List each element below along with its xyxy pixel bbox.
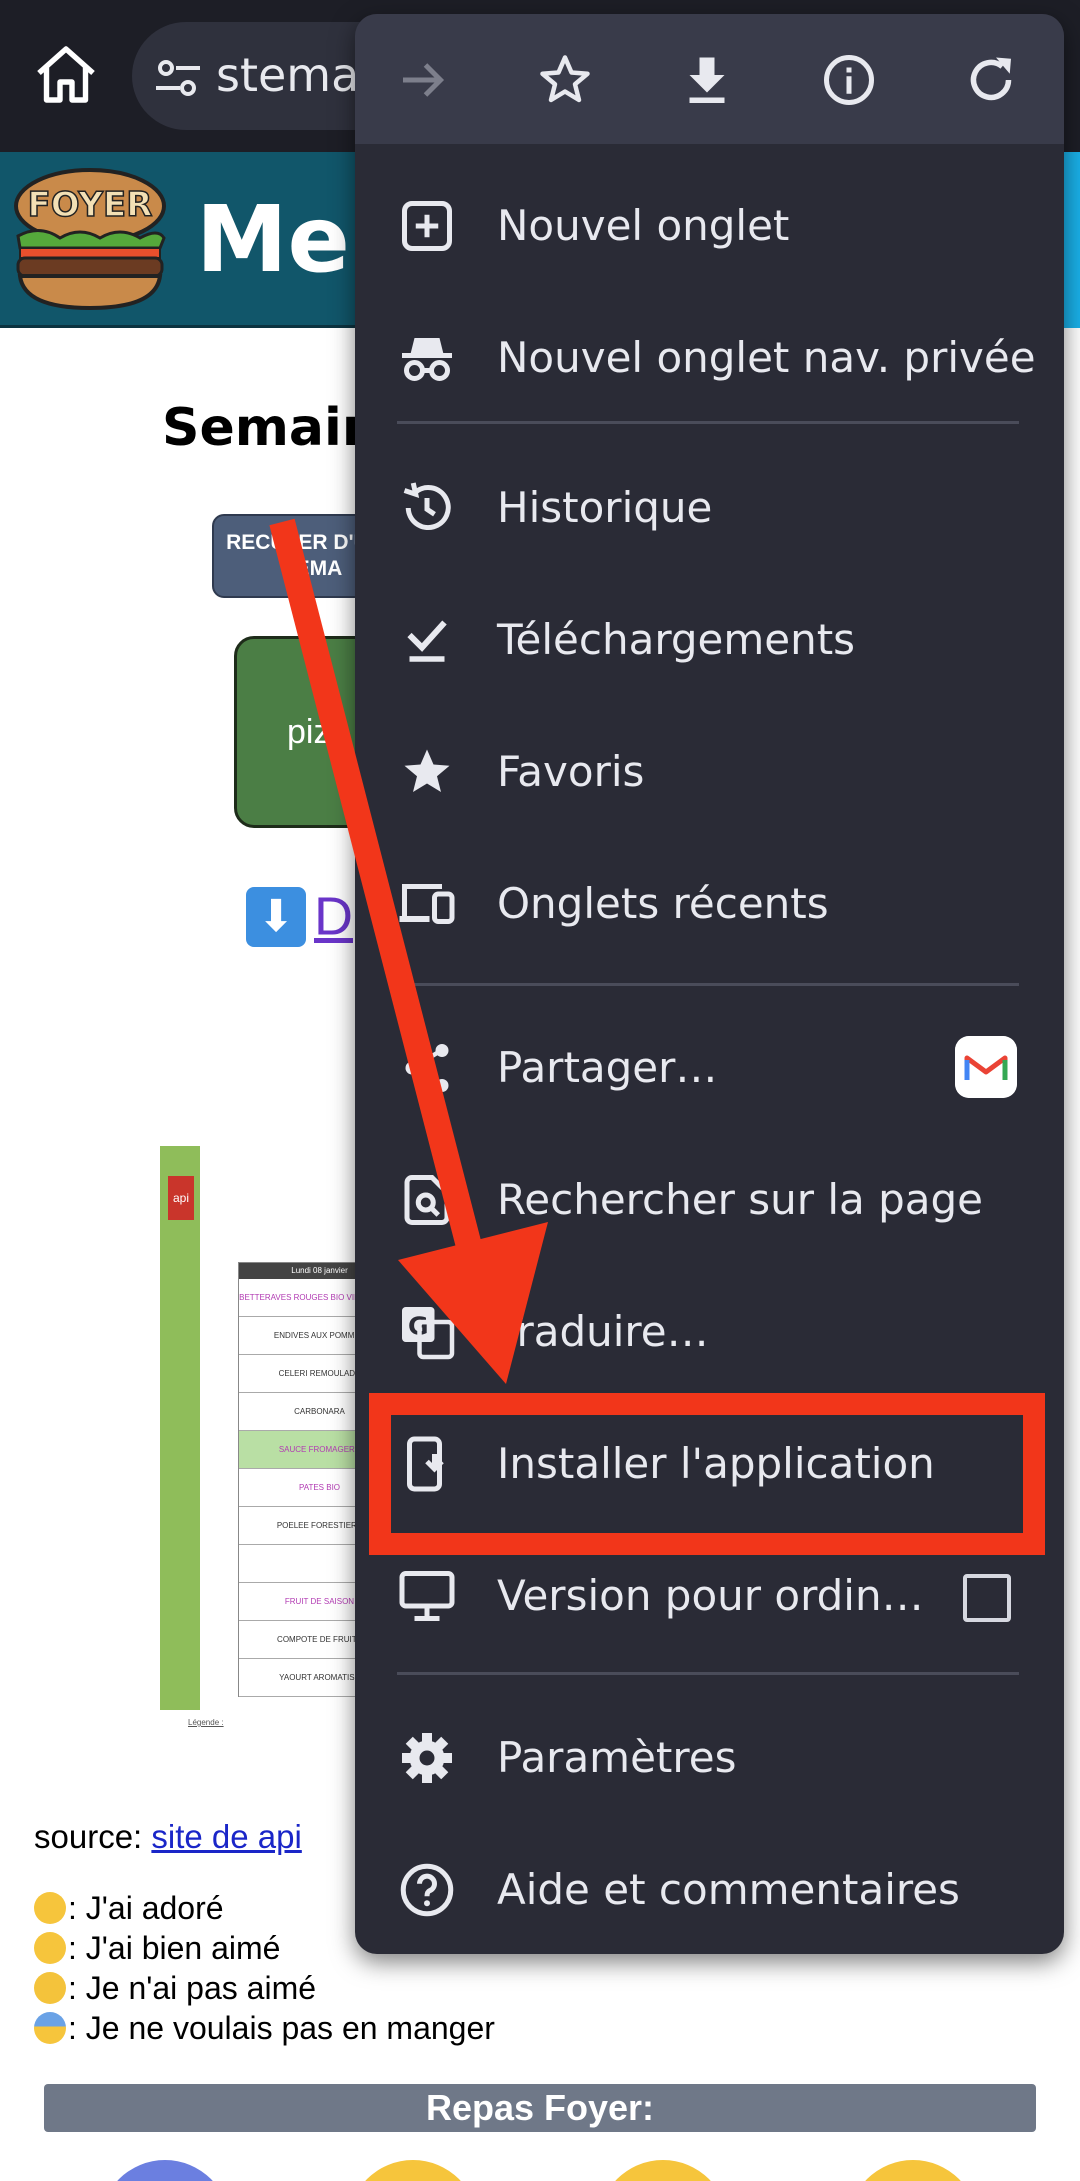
fearful-face-icon — [34, 2011, 66, 2044]
down-arrow-icon: ⬇ — [246, 886, 306, 947]
menu-item-new-tab[interactable]: Nouvel onglet — [355, 160, 1064, 292]
frown-face-icon — [34, 1971, 66, 2004]
menu-item-label: Historique — [497, 483, 713, 532]
menu-item-label: Installer l'application — [497, 1439, 935, 1488]
menu-item-label: Onglets récents — [497, 879, 829, 928]
legend-text: : Je n'ai pas aimé — [68, 1970, 317, 2006]
source-line: source: site de api — [34, 1818, 302, 1856]
translate-icon: G — [402, 1307, 455, 1360]
emoji-button[interactable] — [348, 2160, 478, 2181]
download-link[interactable]: ⬇ D — [246, 882, 353, 948]
download-link-text: D — [314, 886, 353, 947]
desktop-site-checkbox[interactable] — [963, 1574, 1011, 1622]
menu-item-label: Nouvel onglet nav. privée — [497, 333, 1036, 382]
menu-item-label: Nouvel onglet — [497, 201, 790, 250]
download-icon[interactable] — [677, 50, 737, 110]
legend-item: : Je n'ai pas aimé — [34, 1968, 495, 2008]
find-in-page-icon — [404, 1175, 450, 1225]
desktop-monitor-icon — [399, 1571, 455, 1621]
menu-item-translate[interactable]: G Traduire… — [355, 1266, 1064, 1398]
menu-item-settings[interactable]: Paramètres — [355, 1692, 1064, 1824]
legend-text: : J'ai bien aimé — [68, 1930, 281, 1966]
install-app-icon — [407, 1436, 444, 1492]
site-settings-icon[interactable] — [154, 56, 202, 100]
menu-item-history[interactable]: Historique — [355, 442, 1064, 574]
menu-item-desktop-site[interactable]: Version pour ordin… — [355, 1530, 1064, 1662]
legend-item: : Je ne voulais pas en manger — [34, 2008, 495, 2048]
history-icon — [403, 482, 451, 530]
menu-item-label: Favoris — [497, 747, 645, 796]
menu-item-recent-tabs[interactable]: Onglets récents — [355, 838, 1064, 970]
menu-item-install-app[interactable]: Installer l'application — [355, 1398, 1064, 1530]
devices-icon — [399, 884, 455, 924]
emoji-button[interactable] — [598, 2160, 728, 2181]
logo-lettering: FOYER — [28, 185, 153, 225]
menu-divider — [397, 983, 1019, 986]
menu-item-label: Traduire… — [497, 1307, 709, 1356]
menu-item-share[interactable]: Partager… — [355, 1002, 1064, 1134]
menu-item-help[interactable]: Aide et commentaires — [355, 1824, 1064, 1954]
menu-item-label: Version pour ordin… — [497, 1571, 924, 1620]
legend-text: : J'ai adoré — [68, 1890, 224, 1926]
gmail-icon[interactable] — [955, 1036, 1017, 1098]
smile-face-icon — [34, 1931, 66, 1964]
menu-item-find-in-page[interactable]: Rechercher sur la page — [355, 1134, 1064, 1266]
menu-divider — [397, 1672, 1019, 1675]
emoji-button[interactable] — [848, 2160, 978, 2181]
home-icon[interactable] — [30, 40, 102, 112]
menu-item-label: Paramètres — [497, 1733, 737, 1782]
meal-card-text: piz — [287, 713, 331, 751]
page-info-icon[interactable] — [819, 50, 879, 110]
gear-icon — [402, 1733, 452, 1783]
menu-divider — [397, 421, 1019, 424]
menu-item-incognito-tab[interactable]: Nouvel onglet nav. privée — [355, 292, 1064, 424]
menu-item-label: Rechercher sur la page — [497, 1175, 983, 1224]
browser-overflow-menu: Nouvel onglet Nouvel onglet nav. privée … — [355, 14, 1064, 1954]
source-label: source: — [34, 1818, 152, 1855]
menu-item-downloads[interactable]: Téléchargements — [355, 574, 1064, 706]
share-icon — [405, 1044, 449, 1092]
reload-icon[interactable] — [961, 50, 1021, 110]
yum-face-icon — [34, 1891, 66, 1924]
forward-arrow-icon[interactable] — [393, 50, 453, 110]
menu-item-label: Aide et commentaires — [497, 1865, 960, 1914]
api-tag: api — [168, 1176, 194, 1220]
bookmark-star-icon[interactable] — [535, 50, 595, 110]
menu-item-label: Partager… — [497, 1043, 718, 1092]
menu-image-side-strip: api — [160, 1146, 200, 1710]
incognito-icon — [402, 338, 452, 382]
source-link[interactable]: site de api — [151, 1818, 301, 1855]
foyer-burger-logo: FOYER — [14, 168, 166, 311]
repas-foyer-heading: Repas Foyer: — [44, 2084, 1036, 2132]
menu-item-bookmarks[interactable]: Favoris — [355, 706, 1064, 838]
avatar[interactable] — [100, 2160, 230, 2181]
downloads-check-icon — [407, 620, 447, 662]
bookmarks-star-icon — [404, 749, 450, 792]
help-question-icon — [400, 1863, 454, 1917]
new-tab-plus-icon — [402, 201, 452, 251]
legend-text: : Je ne voulais pas en manger — [68, 2010, 495, 2046]
menu-image-legend: Légende : — [188, 1718, 224, 1727]
menu-item-label: Téléchargements — [497, 615, 856, 664]
menu-toolbar — [355, 14, 1064, 144]
